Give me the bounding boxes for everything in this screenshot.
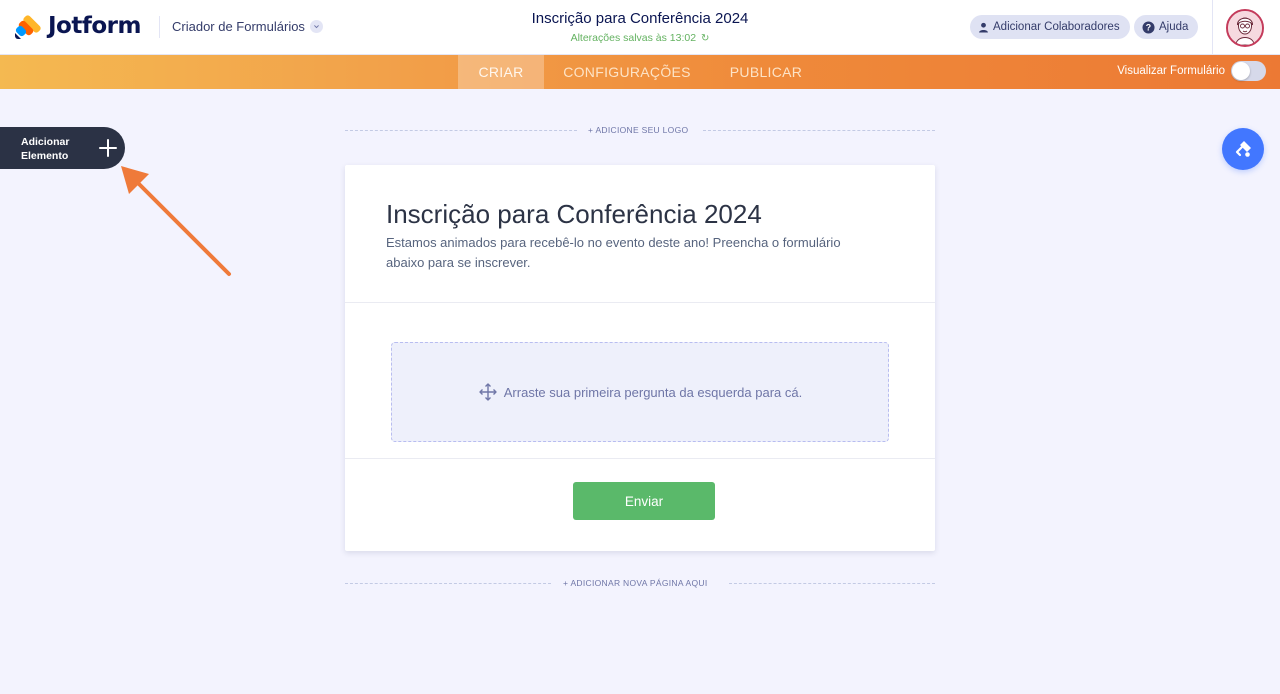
refresh-icon: ↻ — [701, 33, 710, 44]
user-icon — [979, 22, 988, 33]
add-page-label: + ADICIONAR NOVA PÁGINA AQUI — [563, 578, 708, 588]
help-label: Ajuda — [1159, 21, 1189, 33]
tab-publicar[interactable]: PUBLICAR — [716, 55, 816, 89]
dashed-divider — [345, 583, 551, 584]
dashed-divider — [703, 130, 935, 131]
add-element-label: Adicionar Elemento — [21, 136, 70, 162]
avatar-illustration — [1228, 11, 1262, 45]
add-page-link[interactable]: + ADICIONAR NOVA PÁGINA AQUI — [345, 578, 935, 588]
avatar[interactable] — [1226, 9, 1264, 47]
preview-form-toggle[interactable]: Visualizar Formulário — [1117, 61, 1266, 81]
avatar-divider — [1212, 0, 1213, 55]
question-dropzone[interactable]: Arraste sua primeira pergunta da esquerd… — [391, 342, 889, 442]
preview-switch[interactable] — [1231, 61, 1266, 81]
question-icon: ? — [1142, 20, 1155, 34]
form-description[interactable]: Estamos animados para recebê-lo no event… — [386, 233, 876, 273]
add-element-button[interactable]: Adicionar Elemento — [0, 127, 125, 169]
add-collaborators-button[interactable]: Adicionar Colaboradores — [970, 15, 1130, 39]
add-logo-link[interactable]: + ADICIONE SEU LOGO — [345, 125, 935, 135]
form-designer-button[interactable] — [1222, 128, 1264, 170]
tab-criar[interactable]: CRIAR — [458, 55, 544, 89]
switch-knob — [1232, 62, 1250, 80]
section-divider — [345, 458, 935, 459]
move-arrows-icon — [479, 383, 497, 401]
add-logo-label: + ADICIONE SEU LOGO — [588, 125, 689, 135]
dashed-divider — [345, 130, 577, 131]
annotation-arrow-icon — [121, 166, 231, 276]
dashed-divider — [729, 583, 935, 584]
dropzone-text: Arraste sua primeira pergunta da esquerd… — [503, 384, 803, 400]
top-header: Jotform Criador de Formulários Inscrição… — [0, 0, 1280, 55]
plus-icon — [99, 139, 117, 157]
preview-form-label: Visualizar Formulário — [1117, 65, 1225, 77]
submit-button[interactable]: Enviar — [573, 482, 715, 520]
form-card: Inscrição para Conferência 2024 Estamos … — [345, 165, 935, 551]
tab-configuracoes[interactable]: CONFIGURAÇÕES — [548, 55, 706, 89]
add-collaborators-label: Adicionar Colaboradores — [993, 21, 1120, 33]
help-button[interactable]: ? Ajuda — [1134, 15, 1199, 39]
svg-text:?: ? — [1146, 22, 1151, 32]
paint-roller-icon — [1235, 141, 1251, 157]
form-header-block[interactable]: Inscrição para Conferência 2024 Estamos … — [345, 165, 935, 303]
builder-navbar: CRIAR CONFIGURAÇÕES PUBLICAR Visualizar … — [0, 55, 1280, 89]
form-title[interactable]: Inscrição para Conferência 2024 — [386, 199, 762, 230]
save-status-text: Alterações salvas às 13:02 — [570, 32, 697, 44]
